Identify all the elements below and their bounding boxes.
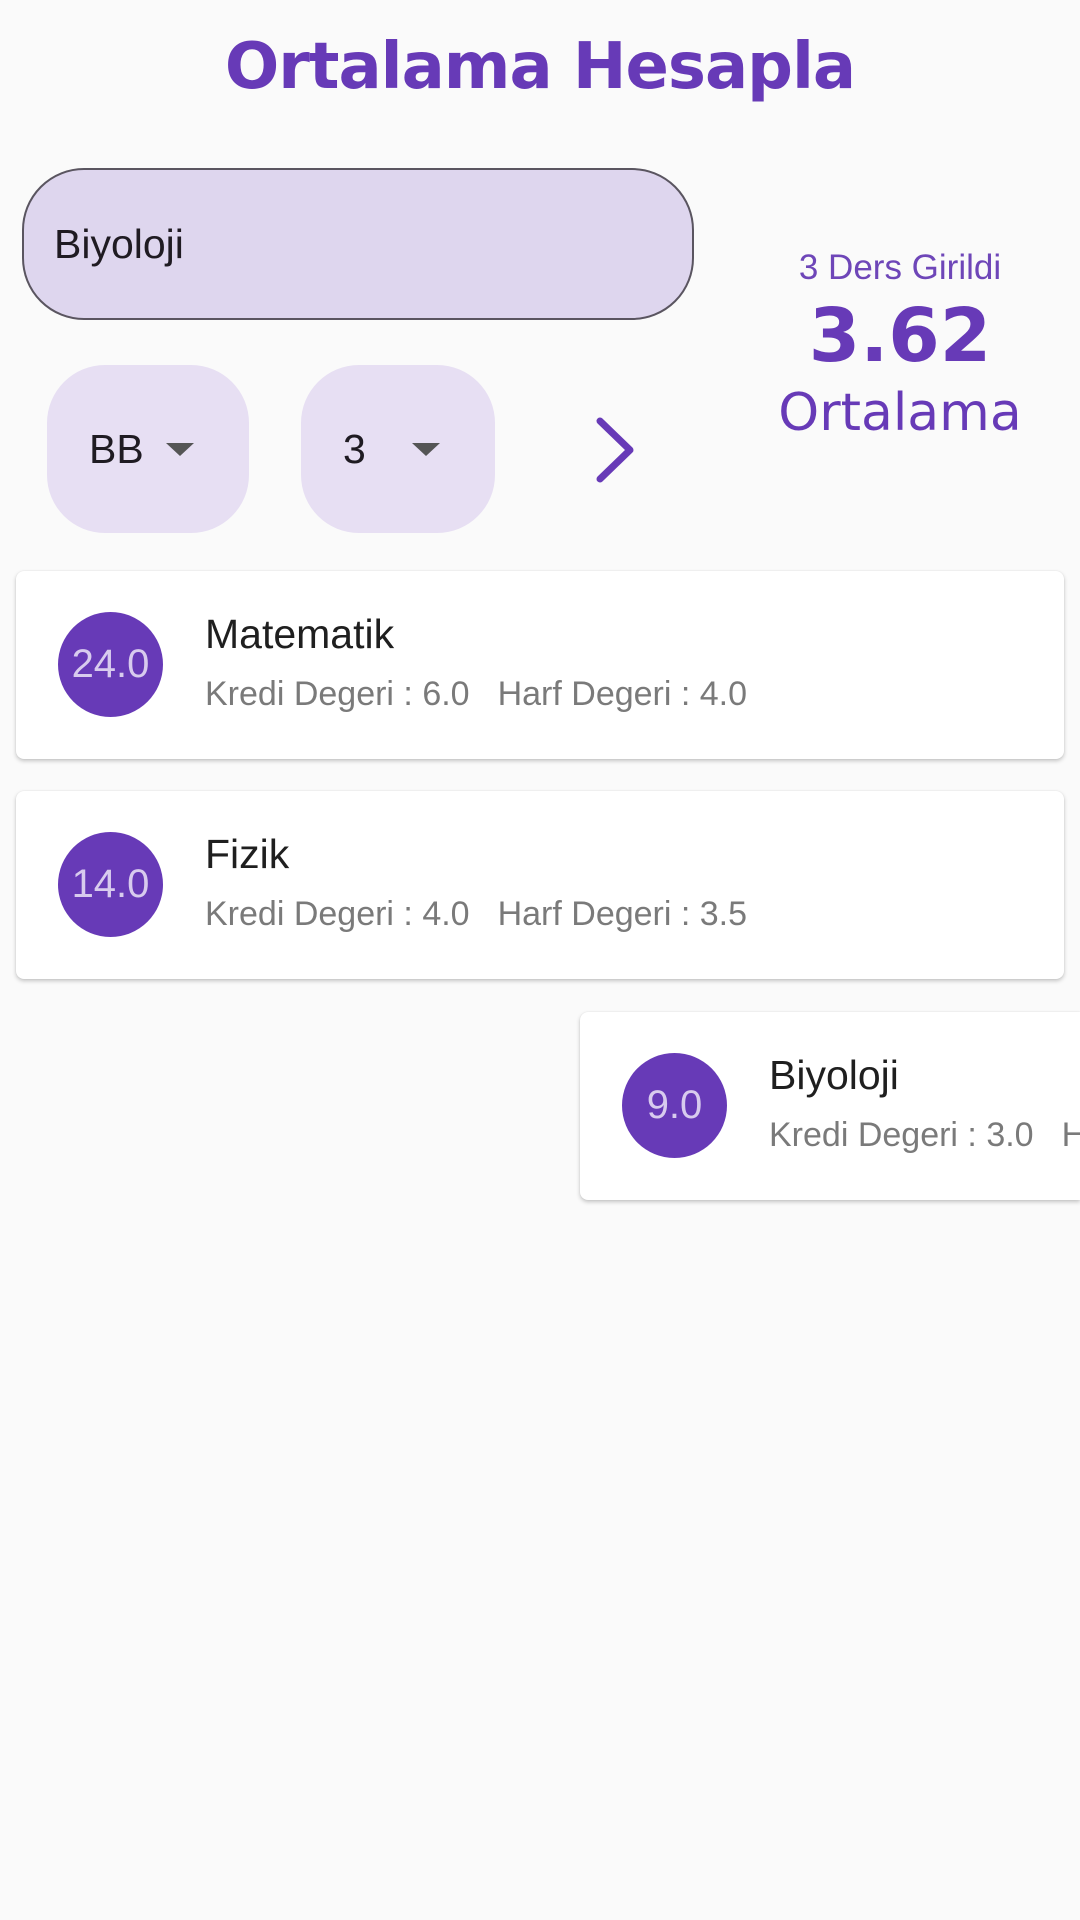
lesson-details: Kredi Degeri : 3.0 Harf Degeri : 3.0 [769, 1116, 1080, 1155]
lesson-grade: Harf Degeri : 4.0 [497, 675, 748, 713]
lesson-grade: Harf Degeri : 3.0 [1061, 1116, 1080, 1154]
lesson-details: Kredi Degeri : 6.0 Harf Degeri : 4.0 [205, 675, 747, 714]
lesson-name: Biyoloji [769, 1052, 899, 1098]
lesson-credit: Kredi Degeri : 3.0 [769, 1116, 1034, 1154]
lesson-card[interactable]: 14.0 Fizik Kredi Degeri : 4.0 Harf Degeri… [16, 791, 1064, 979]
lesson-count-text: 3 Ders Girildi [798, 248, 1002, 287]
lesson-score-avatar: 14.0 [58, 832, 163, 937]
lesson-credit: Kredi Degeri : 4.0 [205, 895, 470, 933]
lesson-card-animating[interactable]: 9.0 Biyoloji Kredi Degeri : 3.0 Harf Dege… [580, 1012, 1080, 1200]
lesson-score-avatar: 24.0 [58, 612, 163, 717]
letter-grade-dropdown[interactable]: BB [47, 365, 249, 533]
credit-dropdown[interactable]: 3 [301, 365, 495, 533]
credit-value: 3 [343, 425, 366, 472]
average-value: 3.62 [808, 293, 992, 379]
lesson-credit: Kredi Degeri : 6.0 [205, 675, 470, 713]
letter-grade-value: BB [89, 425, 144, 472]
caret-down-icon [165, 442, 194, 456]
lesson-grade: Harf Degeri : 3.5 [497, 895, 748, 933]
add-lesson-button[interactable] [575, 405, 655, 495]
lesson-details: Kredi Degeri : 4.0 Harf Degeri : 3.5 [205, 895, 747, 934]
lesson-card[interactable]: 24.0 Matematik Kredi Degeri : 6.0 Harf De… [16, 571, 1064, 759]
lesson-name: Fizik [205, 831, 290, 877]
chevron-right-icon [596, 417, 634, 483]
lesson-name: Matematik [205, 611, 395, 657]
lesson-score-avatar: 9.0 [622, 1053, 727, 1158]
average-panel: 3 Ders Girildi 3.62 Ortalama [740, 245, 1060, 444]
lesson-name-input[interactable] [22, 168, 694, 320]
page-title: Ortalama Hesapla [224, 30, 856, 104]
average-label: Ortalama [778, 383, 1022, 443]
caret-down-icon [411, 442, 440, 456]
